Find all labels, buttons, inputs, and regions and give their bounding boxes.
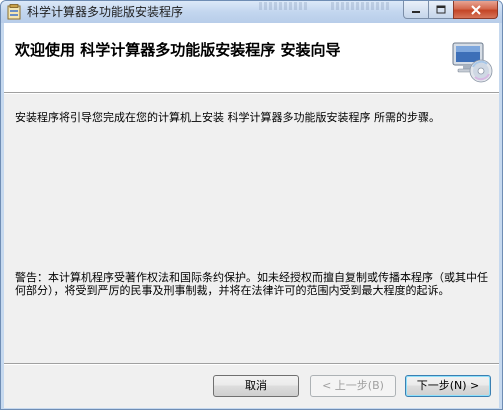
copyright-warning: 警告：本计算机程序受著作权法和国际条约保护。如未经授权而擅自复制或传播本程序（或… bbox=[15, 271, 488, 297]
header-banner: 欢迎使用 科学计算器多功能版安装程序 安装向导 bbox=[4, 23, 499, 93]
maximize-icon bbox=[436, 5, 446, 14]
back-button[interactable]: < 上一步(B) bbox=[310, 375, 396, 397]
intro-text: 安装程序将引导您完成在您的计算机上安装 科学计算器多功能版安装程序 所需的步骤。 bbox=[15, 111, 440, 124]
banner-separator bbox=[4, 93, 499, 94]
button-area-separator bbox=[4, 363, 499, 364]
cancel-button[interactable]: 取消 bbox=[213, 375, 299, 397]
installer-app-icon bbox=[7, 4, 21, 20]
minimize-button[interactable] bbox=[403, 1, 429, 19]
title-bar[interactable]: 科学计算器多功能版安装程序 bbox=[1, 1, 502, 23]
banner-title: 欢迎使用 科学计算器多功能版安装程序 安装向导 bbox=[15, 41, 341, 59]
close-button[interactable] bbox=[453, 1, 498, 19]
computer-cd-icon bbox=[452, 42, 493, 83]
background-ghost-text bbox=[259, 2, 309, 10]
next-button[interactable]: 下一步(N) > bbox=[405, 375, 491, 397]
maximize-button[interactable] bbox=[428, 1, 454, 19]
minimize-icon bbox=[412, 10, 420, 13]
installer-window: 科学计算器多功能版安装程序 欢迎使用 科学计算器多功能版安装程序 安装向导 安装… bbox=[0, 0, 503, 410]
background-ghost-text bbox=[331, 2, 391, 10]
close-icon bbox=[470, 4, 481, 15]
dialog-client-area: 欢迎使用 科学计算器多功能版安装程序 安装向导 安装程序将引导您完成在您的计算机… bbox=[4, 23, 499, 408]
window-title: 科学计算器多功能版安装程序 bbox=[27, 5, 184, 19]
